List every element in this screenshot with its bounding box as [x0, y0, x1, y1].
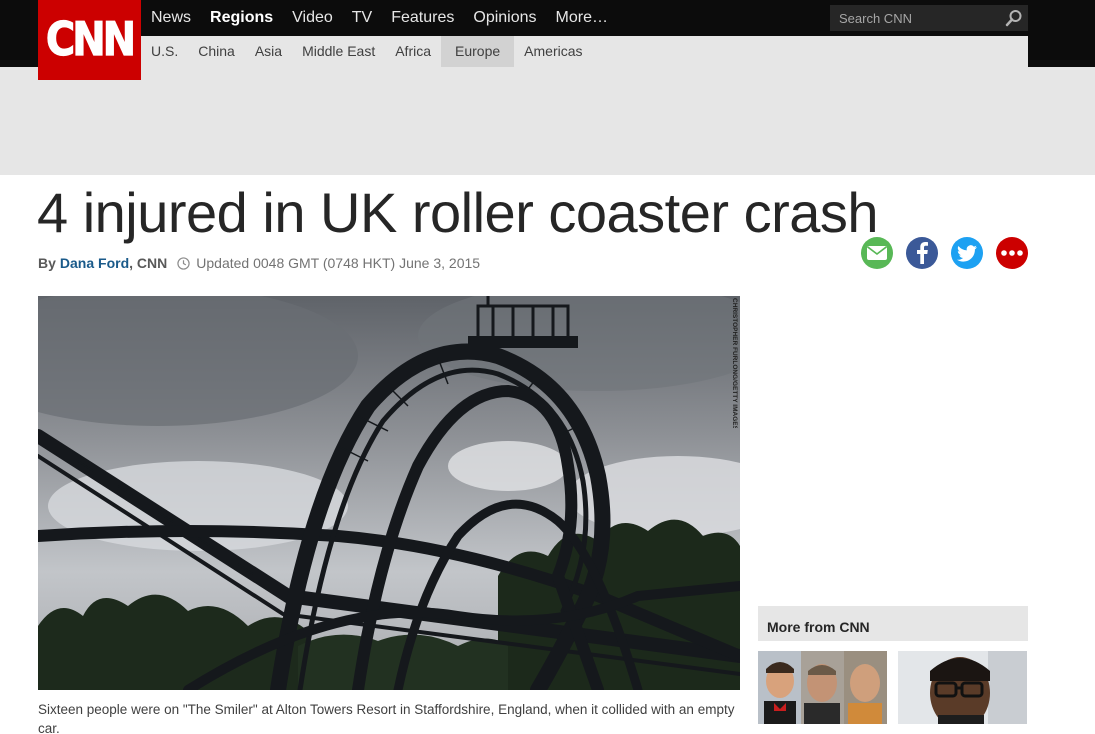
related-story-thumbnail-1[interactable]	[758, 651, 887, 724]
share-bar	[861, 237, 1028, 269]
subnav-item-china[interactable]: China	[188, 36, 245, 67]
search-box	[830, 5, 1028, 31]
subnav-item-middle-east[interactable]: Middle East	[292, 36, 385, 67]
subnav-item-asia[interactable]: Asia	[245, 36, 292, 67]
author-link[interactable]: Dana Ford	[60, 255, 129, 271]
related-story-thumbnail-2[interactable]	[898, 651, 1027, 724]
ad-banner-placeholder	[0, 67, 1095, 175]
byline: By Dana Ford , CNN Updated 0048 GMT (074…	[38, 255, 480, 271]
more-from-cnn-title: More from CNN	[767, 619, 870, 635]
related-story-photo-2	[898, 651, 1027, 724]
article-headline: 4 injured in UK roller coaster crash	[37, 181, 879, 244]
envelope-icon	[867, 246, 887, 260]
nav-item-tv[interactable]: TV	[352, 9, 372, 27]
regions-subnav: U.S. China Asia Middle East Africa Europ…	[141, 36, 1028, 67]
nav-item-news[interactable]: News	[151, 9, 191, 27]
article-hero-image[interactable]: CHRISTOPHER FURLONG/GETTY IMAGES	[38, 296, 740, 690]
related-story-photo-1	[758, 651, 887, 724]
nav-item-more[interactable]: More…	[556, 9, 608, 27]
top-navigation-bar: CNN News Regions Video TV Features Opini…	[0, 0, 1095, 80]
roller-coaster-photo	[38, 296, 740, 690]
more-share-button[interactable]	[996, 237, 1028, 269]
more-dots-icon	[1001, 250, 1023, 256]
search-icon[interactable]	[1005, 9, 1023, 27]
facebook-share-button[interactable]	[906, 237, 938, 269]
more-from-cnn-header: More from CNN	[758, 606, 1028, 641]
image-credit: CHRISTOPHER FURLONG/GETTY IMAGES	[731, 298, 738, 428]
nav-item-regions[interactable]: Regions	[210, 9, 273, 27]
search-input[interactable]	[830, 10, 995, 26]
subnav-item-europe[interactable]: Europe	[441, 36, 515, 67]
byline-prefix: By	[38, 255, 56, 271]
facebook-icon	[917, 242, 928, 264]
email-share-button[interactable]	[861, 237, 893, 269]
nav-item-features[interactable]: Features	[391, 9, 454, 27]
twitter-share-button[interactable]	[951, 237, 983, 269]
twitter-icon	[957, 244, 977, 262]
image-caption: Sixteen people were on "The Smiler" at A…	[38, 702, 735, 734]
nav-item-video[interactable]: Video	[292, 9, 333, 27]
author-org: , CNN	[129, 255, 168, 271]
clock-icon	[177, 256, 190, 270]
main-nav: News Regions Video TV Features Opinions …	[141, 0, 617, 36]
subnav-item-americas[interactable]: Americas	[514, 36, 592, 67]
cnn-logo[interactable]: CNN	[38, 0, 141, 80]
nav-item-opinions[interactable]: Opinions	[473, 9, 536, 27]
updated-timestamp: Updated 0048 GMT (0748 HKT) June 3, 2015	[196, 255, 481, 271]
subnav-item-africa[interactable]: Africa	[385, 36, 441, 67]
subnav-item-us[interactable]: U.S.	[141, 36, 188, 67]
